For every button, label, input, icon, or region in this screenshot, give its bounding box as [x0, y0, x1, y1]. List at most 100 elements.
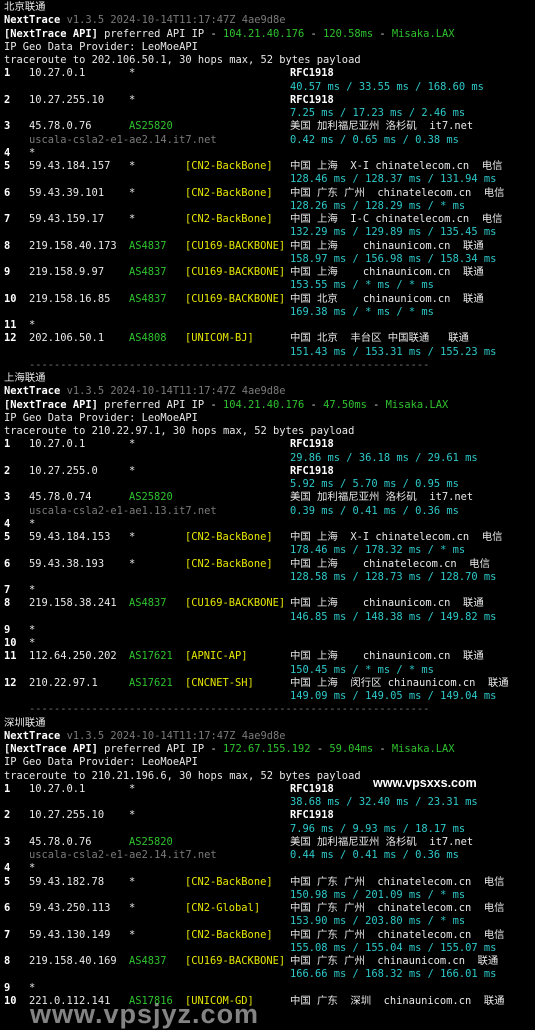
hop-geo: 中国 北京 chinaunicom.cn 联通 [290, 292, 484, 305]
section-title: 深圳联通 [4, 716, 46, 729]
hop-rtt: 0.44 ms / 0.41 ms / 0.36 ms [290, 849, 459, 861]
geo-provider-line: IP Geo Data Provider: LeoMoeAPI [4, 756, 198, 769]
hop-number: 12 [4, 332, 17, 345]
hop-ip: 45.78.0.74 [29, 491, 92, 504]
geo-provider: IP Geo Data Provider: LeoMoeAPI [4, 411, 198, 424]
api-line: [NextTrace API] preferred API IP - 104.2… [4, 27, 455, 40]
hop-geo: RFC1918 [290, 782, 334, 795]
api-line: [NextTrace API] preferred API IP - 104.2… [4, 398, 449, 411]
hop-number: 5 [4, 531, 11, 543]
hop-ip: 45.78.0.76 [29, 120, 92, 133]
hop-number: 5 [4, 875, 11, 888]
version-line: NextTrace v1.3.5 2024-10-14T11:17:47Z 4a… [4, 14, 286, 27]
hop-ip: 10.27.0.1 [29, 438, 86, 451]
watermark-center: www.vpsxxs.com [373, 776, 477, 790]
hop-rtt: 5.92 ms / 5.70 ms / 0.95 ms [290, 478, 459, 490]
hop-asn: * [129, 902, 136, 914]
hop-rtt: 0.39 ms / 0.41 ms / 0.36 ms [290, 504, 459, 517]
api-latency: 47.50ms [323, 398, 367, 411]
hop-tag: [CNCNET-SH] [185, 676, 254, 689]
traceroute-command: traceroute to 210.21.196.6, 30 hops max,… [4, 769, 361, 782]
hop-ip: 45.78.0.76 [29, 835, 92, 848]
hop-ip: 10.27.255.10 [29, 93, 105, 106]
hop-number: 8 [4, 955, 11, 967]
hop-ip: 10.27.0.1 [29, 782, 86, 795]
hop-geo: 中国 广东 广州 chinatelecom.cn 电信 [290, 875, 505, 888]
api-preferred-label: preferred API IP - [97, 398, 223, 411]
hop-ip: 59.43.130.149 [29, 928, 111, 941]
hop-rtt: 128.58 ms / 128.73 ms / 128.70 ms [290, 570, 497, 583]
geo-provider-line: IP Geo Data Provider: LeoMoeAPI [4, 412, 198, 425]
hop-number: 1 [4, 67, 11, 80]
hop-tag: [CN2-BackBone] [185, 160, 273, 172]
hop-asn: * [129, 464, 136, 477]
hop-rtt: 150.98 ms / 201.09 ms / * ms [290, 888, 466, 901]
terminal-window: 北京联通 NextTrace v1.3.5 2024-10-14T11:17:47… [0, 0, 535, 1024]
geo-provider: IP Geo Data Provider: LeoMoeAPI [4, 40, 198, 53]
hop-asn: AS4837 [129, 597, 167, 610]
geo-provider-line: IP Geo Data Provider: LeoMoeAPI [4, 41, 198, 54]
hop-number: 3 [4, 120, 11, 133]
hop-ip: 59.43.159.17 [29, 213, 105, 225]
hop-number: 7 [4, 584, 11, 596]
hop-tag: [UNICOM-BJ] [185, 332, 254, 345]
api-tag: [NextTrace API] [4, 743, 98, 755]
hop-ip: 219.158.40.169 [29, 955, 117, 967]
hop-tag: [CU169-BACKBONE] [185, 239, 286, 252]
hop-rtt: 153.55 ms / * ms / * ms [290, 279, 434, 292]
traceroute-line: traceroute to 210.21.196.6, 30 hops max,… [4, 770, 361, 783]
hop-number: 8 [4, 597, 11, 610]
hop-number: 3 [4, 835, 11, 848]
hop-asn: AS4808 [129, 332, 167, 345]
api-node: Misaka.LAX [385, 398, 449, 411]
hop-tag: [CN2-BackBone] [185, 557, 273, 570]
hop-rtt: 29.86 ms / 36.18 ms / 29.61 ms [290, 451, 478, 464]
hop-rtt: 7.25 ms / 17.23 ms / 2.46 ms [290, 107, 466, 119]
section-header: 北京联通 [4, 1, 46, 14]
hop-geo: 中国 北京 丰台区 中国联通 联通 [290, 332, 469, 345]
hop-rtt: 169.38 ms / * ms / * ms [290, 305, 434, 318]
hop-number: 1 [4, 438, 11, 451]
api-node: Misaka.LAX [391, 743, 455, 755]
hop-ip: 10.27.255.0 [29, 464, 98, 477]
geo-provider: IP Geo Data Provider: LeoMoeAPI [4, 756, 198, 769]
hop-asn: * [129, 93, 136, 106]
hop-geo: 中国 上海 X-I chinatelecom.cn 电信 [290, 531, 503, 543]
hop-number: 6 [4, 186, 11, 199]
hop-number: 12 [4, 676, 17, 689]
hop-number: 9 [4, 623, 11, 636]
section-header: 深圳联通 [4, 717, 46, 730]
hop-rtt: 132.29 ms / 129.89 ms / 135.45 ms [290, 226, 497, 239]
hop-geo: 中国 上海 chinatelecom.cn 电信 [290, 557, 490, 570]
api-preferred-label: preferred API IP - [97, 743, 223, 755]
hop-rtt: 146.85 ms / 148.38 ms / 149.82 ms [290, 610, 497, 623]
version-info: v1.3.5 2024-10-14T11:17:47Z 4ae9d8e [66, 14, 286, 27]
hop-number: 10 [4, 994, 17, 1007]
traceroute-line: traceroute to 210.22.97.1, 30 hops max, … [4, 425, 354, 438]
hop-asn: * [129, 782, 136, 795]
hop-ip: * [29, 319, 36, 331]
hop-asn: * [129, 531, 136, 543]
hop-tag: [CU169-BACKBONE] [185, 597, 286, 610]
hop-tag: [CU169-BACKBONE] [185, 292, 286, 305]
hop-tag: [CN2-BackBone] [185, 186, 273, 199]
hop-ip: 59.43.184.157 [29, 160, 111, 172]
hop-ip: 10.27.0.1 [29, 67, 86, 80]
hop-geo: 美国 加利福尼亚州 洛杉矶 it7.net [290, 491, 474, 504]
hop-asn: * [129, 809, 136, 822]
hop-number: 10 [4, 637, 17, 649]
hop-asn: AS25820 [129, 120, 173, 133]
hop-asn: AS4837 [129, 955, 167, 967]
hop-geo: 中国 上海 chinaunicom.cn 联通 [290, 650, 484, 663]
hop-rtt: 158.97 ms / 156.98 ms / 158.34 ms [290, 252, 497, 265]
api-line: [NextTrace API] preferred API IP - 172.6… [4, 743, 455, 755]
hop-geo: 中国 上海 chinaunicom.cn 联通 [290, 597, 484, 610]
hop-number: 4 [4, 862, 11, 875]
hop-ip: * [29, 637, 36, 649]
hop-hostname: uscala-csla2-e1-ae2.14.it7.net [29, 133, 217, 146]
hop-ip: 219.158.9.97 [29, 266, 105, 278]
hop-geo: 中国 广东 广州 chinaunicom.cn 联通 [290, 955, 499, 967]
version-line: NextTrace v1.3.5 2024-10-14T11:17:47Z 4a… [4, 730, 286, 743]
hop-tag: [CU169-BACKBONE] [185, 955, 286, 967]
hop-ip: 10.27.255.10 [29, 809, 105, 822]
